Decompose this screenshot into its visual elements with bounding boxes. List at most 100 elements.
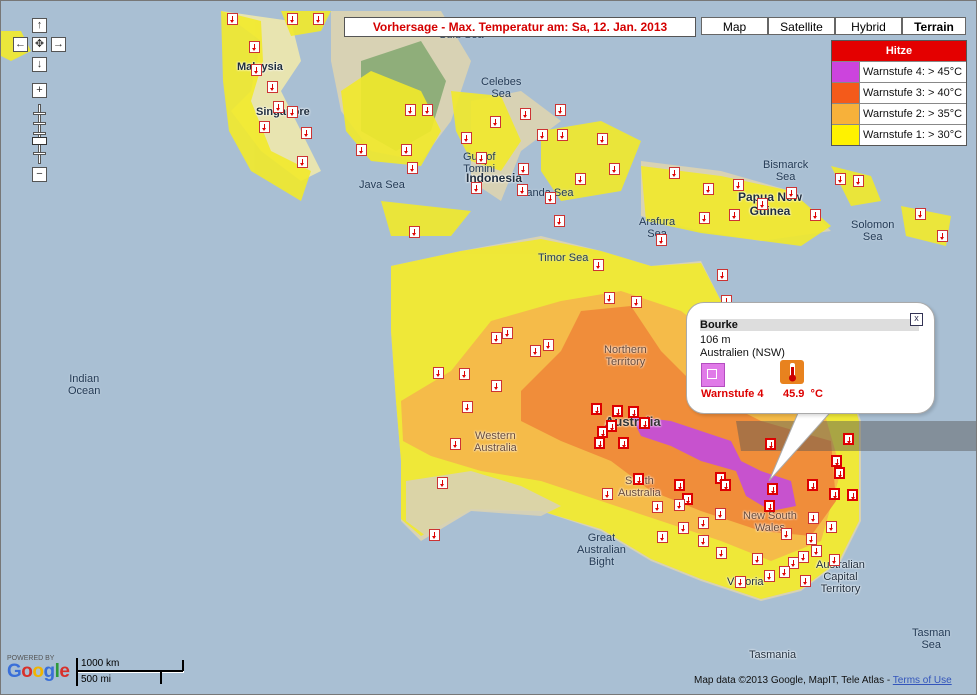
- heat-warning-marker[interactable]: [429, 529, 440, 541]
- heat-warning-marker[interactable]: [490, 116, 501, 128]
- heat-warning-marker[interactable]: [717, 269, 728, 281]
- heat-warning-marker[interactable]: [606, 420, 617, 432]
- heat-warning-marker[interactable]: [631, 296, 642, 308]
- heat-warning-marker[interactable]: [409, 226, 420, 238]
- heat-warning-marker[interactable]: [609, 163, 620, 175]
- heat-warning-marker[interactable]: [517, 184, 528, 196]
- heat-warning-marker[interactable]: [678, 522, 689, 534]
- heat-warning-marker[interactable]: [437, 477, 448, 489]
- heat-warning-marker[interactable]: [765, 438, 776, 450]
- heat-warning-marker[interactable]: [591, 403, 602, 415]
- heat-warning-marker[interactable]: [843, 433, 854, 445]
- heat-warning-marker[interactable]: [674, 499, 685, 511]
- heat-warning-marker[interactable]: [853, 175, 864, 187]
- heat-warning-marker[interactable]: [471, 182, 482, 194]
- google-logo[interactable]: Google: [7, 661, 70, 683]
- heat-warning-marker[interactable]: [829, 554, 840, 566]
- heat-warning-marker[interactable]: [633, 473, 644, 485]
- heat-warning-marker[interactable]: [810, 209, 821, 221]
- heat-warning-marker[interactable]: [575, 173, 586, 185]
- heat-warning-marker[interactable]: [847, 489, 858, 501]
- heat-warning-marker[interactable]: [767, 483, 778, 495]
- heat-warning-marker[interactable]: [781, 528, 792, 540]
- heat-warning-marker[interactable]: [491, 332, 502, 344]
- heat-warning-marker[interactable]: [502, 327, 513, 339]
- heat-warning-marker[interactable]: [597, 133, 608, 145]
- heat-warning-marker[interactable]: [835, 173, 846, 185]
- heat-warning-marker[interactable]: [652, 501, 663, 513]
- heat-warning-marker[interactable]: [273, 101, 284, 113]
- heat-warning-marker[interactable]: [401, 144, 412, 156]
- heat-warning-marker[interactable]: [826, 521, 837, 533]
- heat-warning-marker[interactable]: [557, 129, 568, 141]
- heat-warning-marker[interactable]: [752, 553, 763, 565]
- heat-warning-marker[interactable]: [811, 545, 822, 557]
- map-canvas[interactable]: Malaysia Singapore Sulu Sea Celebes Sea …: [0, 0, 977, 695]
- zoom-out-button[interactable]: −: [32, 167, 47, 182]
- heat-warning-marker[interactable]: [735, 576, 746, 588]
- heat-warning-marker[interactable]: [612, 405, 623, 417]
- heat-warning-marker[interactable]: [462, 401, 473, 413]
- heat-warning-marker[interactable]: [834, 467, 845, 479]
- heat-warning-marker[interactable]: [800, 575, 811, 587]
- heat-warning-marker[interactable]: [798, 551, 809, 563]
- maptype-satellite-button[interactable]: Satellite: [768, 17, 835, 35]
- maptype-hybrid-button[interactable]: Hybrid: [835, 17, 902, 35]
- heat-warning-marker[interactable]: [602, 488, 613, 500]
- heat-warning-marker[interactable]: [720, 479, 731, 491]
- heat-warning-marker[interactable]: [520, 108, 531, 120]
- heat-warning-marker[interactable]: [461, 132, 472, 144]
- heat-warning-marker[interactable]: [287, 106, 298, 118]
- heat-warning-marker[interactable]: [594, 437, 605, 449]
- heat-warning-marker[interactable]: [764, 500, 775, 512]
- maptype-terrain-button[interactable]: Terrain: [902, 17, 966, 35]
- heat-warning-marker[interactable]: [313, 13, 324, 25]
- heat-warning-marker[interactable]: [356, 144, 367, 156]
- heat-warning-marker[interactable]: [729, 209, 740, 221]
- heat-warning-marker[interactable]: [698, 517, 709, 529]
- heat-warning-marker[interactable]: [545, 192, 556, 204]
- zoom-slider-thumb[interactable]: [32, 137, 47, 145]
- heat-warning-marker[interactable]: [779, 566, 790, 578]
- heat-warning-marker[interactable]: [699, 212, 710, 224]
- heat-warning-marker[interactable]: [618, 437, 629, 449]
- heat-warning-marker[interactable]: [786, 187, 797, 199]
- terms-of-use-link[interactable]: Terms of Use: [893, 675, 952, 686]
- heat-warning-marker[interactable]: [937, 230, 948, 242]
- heat-warning-marker[interactable]: [639, 417, 650, 429]
- heat-warning-marker[interactable]: [405, 104, 416, 116]
- heat-warning-marker[interactable]: [249, 41, 260, 53]
- heat-warning-marker[interactable]: [757, 198, 768, 210]
- pan-down-button[interactable]: ↓: [32, 57, 47, 72]
- popup-close-button[interactable]: x: [910, 313, 923, 326]
- heat-warning-marker[interactable]: [806, 533, 817, 545]
- heat-warning-marker[interactable]: [829, 488, 840, 500]
- heat-warning-marker[interactable]: [604, 292, 615, 304]
- heat-warning-marker[interactable]: [422, 104, 433, 116]
- pan-center-button[interactable]: ✥: [32, 37, 47, 52]
- heat-warning-marker[interactable]: [831, 455, 842, 467]
- heat-warning-marker[interactable]: [287, 13, 298, 25]
- heat-warning-marker[interactable]: [807, 479, 818, 491]
- heat-warning-marker[interactable]: [716, 547, 727, 559]
- heat-warning-marker[interactable]: [703, 183, 714, 195]
- zoom-slider[interactable]: [32, 104, 47, 164]
- heat-warning-marker[interactable]: [915, 208, 926, 220]
- heat-warning-marker[interactable]: [656, 234, 667, 246]
- heat-warning-marker[interactable]: [491, 380, 502, 392]
- pan-up-button[interactable]: ↑: [32, 18, 47, 33]
- heat-warning-marker[interactable]: [297, 156, 308, 168]
- heat-warning-marker[interactable]: [459, 368, 470, 380]
- heat-warning-marker[interactable]: [267, 81, 278, 93]
- heat-warning-marker[interactable]: [764, 570, 775, 582]
- heat-warning-marker[interactable]: [555, 104, 566, 116]
- pan-right-button[interactable]: →: [51, 37, 66, 52]
- heat-warning-marker[interactable]: [715, 508, 726, 520]
- heat-warning-marker[interactable]: [518, 163, 529, 175]
- heat-warning-marker[interactable]: [593, 259, 604, 271]
- heat-warning-marker[interactable]: [259, 121, 270, 133]
- heat-warning-marker[interactable]: [543, 339, 554, 351]
- pan-left-button[interactable]: ←: [13, 37, 28, 52]
- heat-warning-marker[interactable]: [450, 438, 461, 450]
- heat-warning-marker[interactable]: [251, 64, 262, 76]
